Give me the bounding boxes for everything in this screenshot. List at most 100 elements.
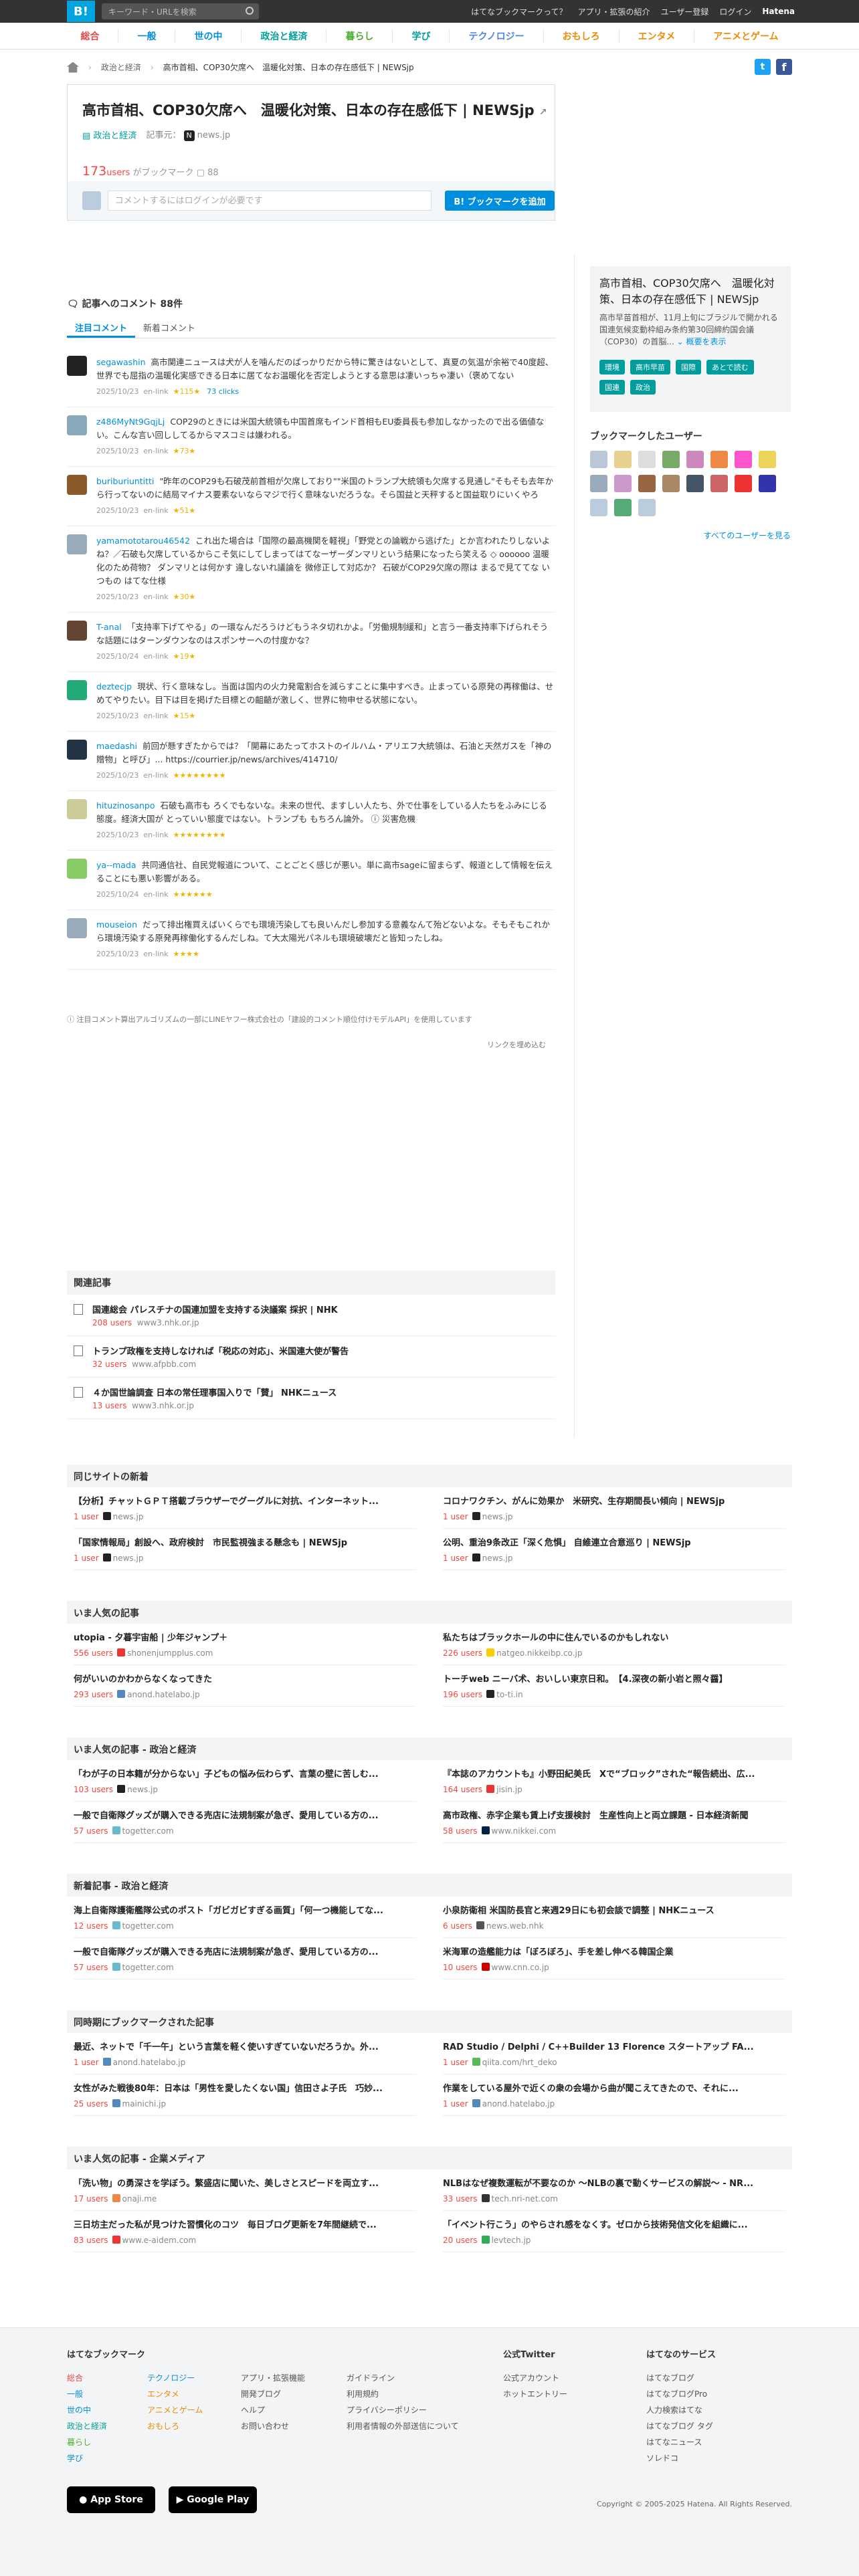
comment-link[interactable]: en-link [143,950,168,958]
show-summary-link[interactable]: ⌄ 概要を表示 [677,337,727,346]
users-count[interactable]: 1 user [74,2058,99,2067]
article-title[interactable]: 「国家情報局」創設へ、政府検討 市民監視強まる懸念も | NEWSjp [74,1535,416,1548]
tag[interactable]: 政治 [630,380,656,395]
users-count[interactable]: 1 user [74,1512,99,1521]
site-domain[interactable]: natgeo.nikkeibp.co.jp [496,1648,582,1658]
comment-username[interactable]: mouseion [96,920,137,930]
list-item[interactable]: utopia - 夕暮宇宙船 | 少年ジャンプ＋ 556 users shonenj… [74,1624,416,1665]
users-count[interactable]: 25 users [74,2099,108,2109]
star-count[interactable]: ★73★ [173,447,196,455]
list-item[interactable]: 【分析】チャットＧＰＴ搭載ブラウザーでグーグルに対抗、インターネット... 1 u… [74,1487,416,1529]
comment-link[interactable]: en-link [143,506,168,515]
avatar[interactable] [67,859,87,879]
user-avatar[interactable] [735,475,752,492]
entry-category[interactable]: ▤ 政治と経済 [82,128,136,141]
footer-link[interactable]: 開発ブログ [241,2386,305,2402]
avatar[interactable] [67,680,87,700]
list-item[interactable]: トーチweb ニーバ术、おいしい東京日和。 【4.深夜の新小岩と照々醤】 196 … [443,1665,785,1707]
list-item[interactable]: 小泉防衛相 米国防長官と来週29日にも初会談で調整 | NHKニュース 6 use… [443,1897,785,1938]
facebook-icon[interactable]: f [776,59,792,75]
site-domain[interactable]: anond.hatelabo.jp [113,2058,186,2067]
site-domain[interactable]: news.jp [482,1512,513,1521]
list-item[interactable]: 公明、重治9条改正「深く危惧」 自維連立合意巡り | NEWSjp 1 user n… [443,1529,785,1570]
user-avatar[interactable] [638,499,656,516]
comment-input[interactable]: コメントするにはログインが必要です [107,191,432,211]
tag[interactable]: 国連 [599,380,625,395]
site-domain[interactable]: tech.nri-net.com [492,2194,558,2204]
clicks-count[interactable]: 73 clicks [207,387,239,396]
user-avatar[interactable] [614,451,632,468]
site-domain[interactable]: togetter.com [122,1921,174,1931]
site-domain[interactable]: togetter.com [122,1826,174,1836]
site-domain[interactable]: to-ti.in [496,1690,522,1699]
site-domain[interactable]: qiita.com/hrt_deko [482,2058,557,2067]
comment-date[interactable]: 2025/10/23 [96,387,138,396]
footer-link[interactable]: プライバシーポリシー [347,2402,459,2418]
users-count[interactable]: 164 users [443,1785,482,1794]
comment-link[interactable]: en-link [143,890,168,899]
users-count[interactable]: 1 user [443,1553,468,1563]
list-item[interactable]: 作業をしている屋外で近くの衆の会場から曲が聞こえてきたので、それに... 1 us… [443,2074,785,2116]
user-avatar[interactable] [662,475,680,492]
list-item[interactable]: 「わが子の日本籍が分からない」子どもの悩み伝わらず、言葉の壁に苦しむ... 103… [74,1760,416,1802]
comment-date[interactable]: 2025/10/23 [96,506,138,515]
user-avatar[interactable] [590,475,607,492]
users-count[interactable]: 17 users [74,2194,108,2204]
footer-link[interactable]: 総合 [67,2370,107,2386]
users-count[interactable]: 1 user [74,1553,99,1563]
avatar[interactable] [67,534,87,554]
site-domain[interactable]: levtech.jp [492,2236,531,2245]
site-domain[interactable]: togetter.com [122,1963,174,1972]
login-link[interactable]: ログイン [719,6,751,17]
user-avatar[interactable] [759,475,776,492]
comment-date[interactable]: 2025/10/24 [96,890,138,899]
comment-date[interactable]: 2025/10/23 [96,771,138,780]
comment-username[interactable]: T-anal [96,622,122,632]
site-domain[interactable]: jisin.jp [496,1785,522,1794]
list-item[interactable]: 一般で自衛隊グッズが購入できる売店に法規制案が急ぎ、愛用している方の... 57 … [74,1802,416,1843]
star-count[interactable]: ★★★★★★ [173,890,213,899]
article-title[interactable]: 私たちはブラックホールの中に住んでいるのかもしれない [443,1630,785,1643]
list-item[interactable]: 三日坊主だった私が見つけた習慣化のコツ 毎日ブログ更新を7年間継続で... 83 … [74,2211,416,2252]
footer-link[interactable]: 政治と経済 [67,2418,107,2434]
list-item[interactable]: 「イベント行こう」のやらされ感をなくす。ゼロから技術発信文化を組織に... 20 … [443,2211,785,2252]
star-count[interactable]: ★★★★ [173,950,199,958]
category-social[interactable]: 世の中 [175,29,242,43]
footer-link[interactable]: 世の中 [67,2402,107,2418]
list-item[interactable]: 私たちはブラックホールの中に住んでいるのかもしれない 226 users natge… [443,1624,785,1665]
article-title[interactable]: コロナワクチン、がんに効果か 米研究、生存期間長い傾向 | NEWSjp [443,1494,785,1507]
users-count[interactable]: 57 users [74,1826,108,1836]
footer-link[interactable]: 利用者情報の外部送信について [347,2418,459,2434]
site-domain[interactable]: www.nikkei.com [492,1826,557,1836]
star-count[interactable]: ★30★ [173,593,196,601]
related-title-text[interactable]: ４か国世論調査 日本の常任理事国入りで「賛」 NHKニュース [92,1386,337,1398]
users-count[interactable]: 57 users [74,1963,108,1972]
footer-link[interactable]: アプリ・拡張機能 [241,2370,305,2386]
article-title[interactable]: 高市政権、赤字企業も賃上げ支援検討 生産性向上と両立課題 - 日本経済新聞 [443,1808,785,1821]
breadcrumb-category[interactable]: 政治と経済 [101,62,141,73]
list-item[interactable]: 「洗い物」の勇深さを学ぼう。繁盛店に聞いた、美しさとスピードを両立す... 17 … [74,2169,416,2211]
list-item[interactable]: 一般で自衛隊グッズが購入できる売店に法規制案が急ぎ、愛用している方の... 57 … [74,1938,416,1979]
users-count[interactable]: 6 users [443,1921,472,1931]
users-count[interactable]: 1 user [443,2099,468,2109]
category-general[interactable]: 総合 [62,29,119,43]
article-title[interactable]: 小泉防衛相 米国防長官と来週29日にも初会談で調整 | NHKニュース [443,1903,785,1916]
site-domain[interactable]: anond.hatelabo.jp [482,2099,555,2109]
article-title[interactable]: 何がいいのかわからなくなってきた [74,1672,416,1685]
category-economics[interactable]: 政治と経済 [242,29,327,43]
site-domain[interactable]: news.jp [113,1553,144,1563]
avatar[interactable] [67,475,87,495]
site-domain[interactable]: www.cnn.co.jp [492,1963,549,1972]
add-bookmark-button[interactable]: B! ブックマークを追加 [444,191,555,211]
article-title[interactable]: 「イベント行こう」のやらされ感をなくす。ゼロから技術発信文化を組織に... [443,2218,785,2230]
star-count[interactable]: ★★★★★★★★ [173,831,226,839]
category-ippan[interactable]: 一般 [118,29,176,43]
tag[interactable]: 高市早苗 [630,360,670,374]
star-count[interactable]: ★115★ [173,387,201,396]
list-item[interactable]: 海上自衛隊護衛艦隊公式のポスト「ガビガビすぎる画質」「何一つ機能してな... 12… [74,1897,416,1938]
article-title[interactable]: 作業をしている屋外で近くの衆の会場から曲が聞こえてきたので、それに... [443,2081,785,2094]
comment-username[interactable]: ya--mada [96,860,136,870]
comment-username[interactable]: segawashin [96,357,146,367]
hatena-logo[interactable]: Hatena [762,7,795,16]
article-title[interactable]: トーチweb ニーバ术、おいしい東京日和。 【4.深夜の新小岩と照々醤】 [443,1672,785,1685]
